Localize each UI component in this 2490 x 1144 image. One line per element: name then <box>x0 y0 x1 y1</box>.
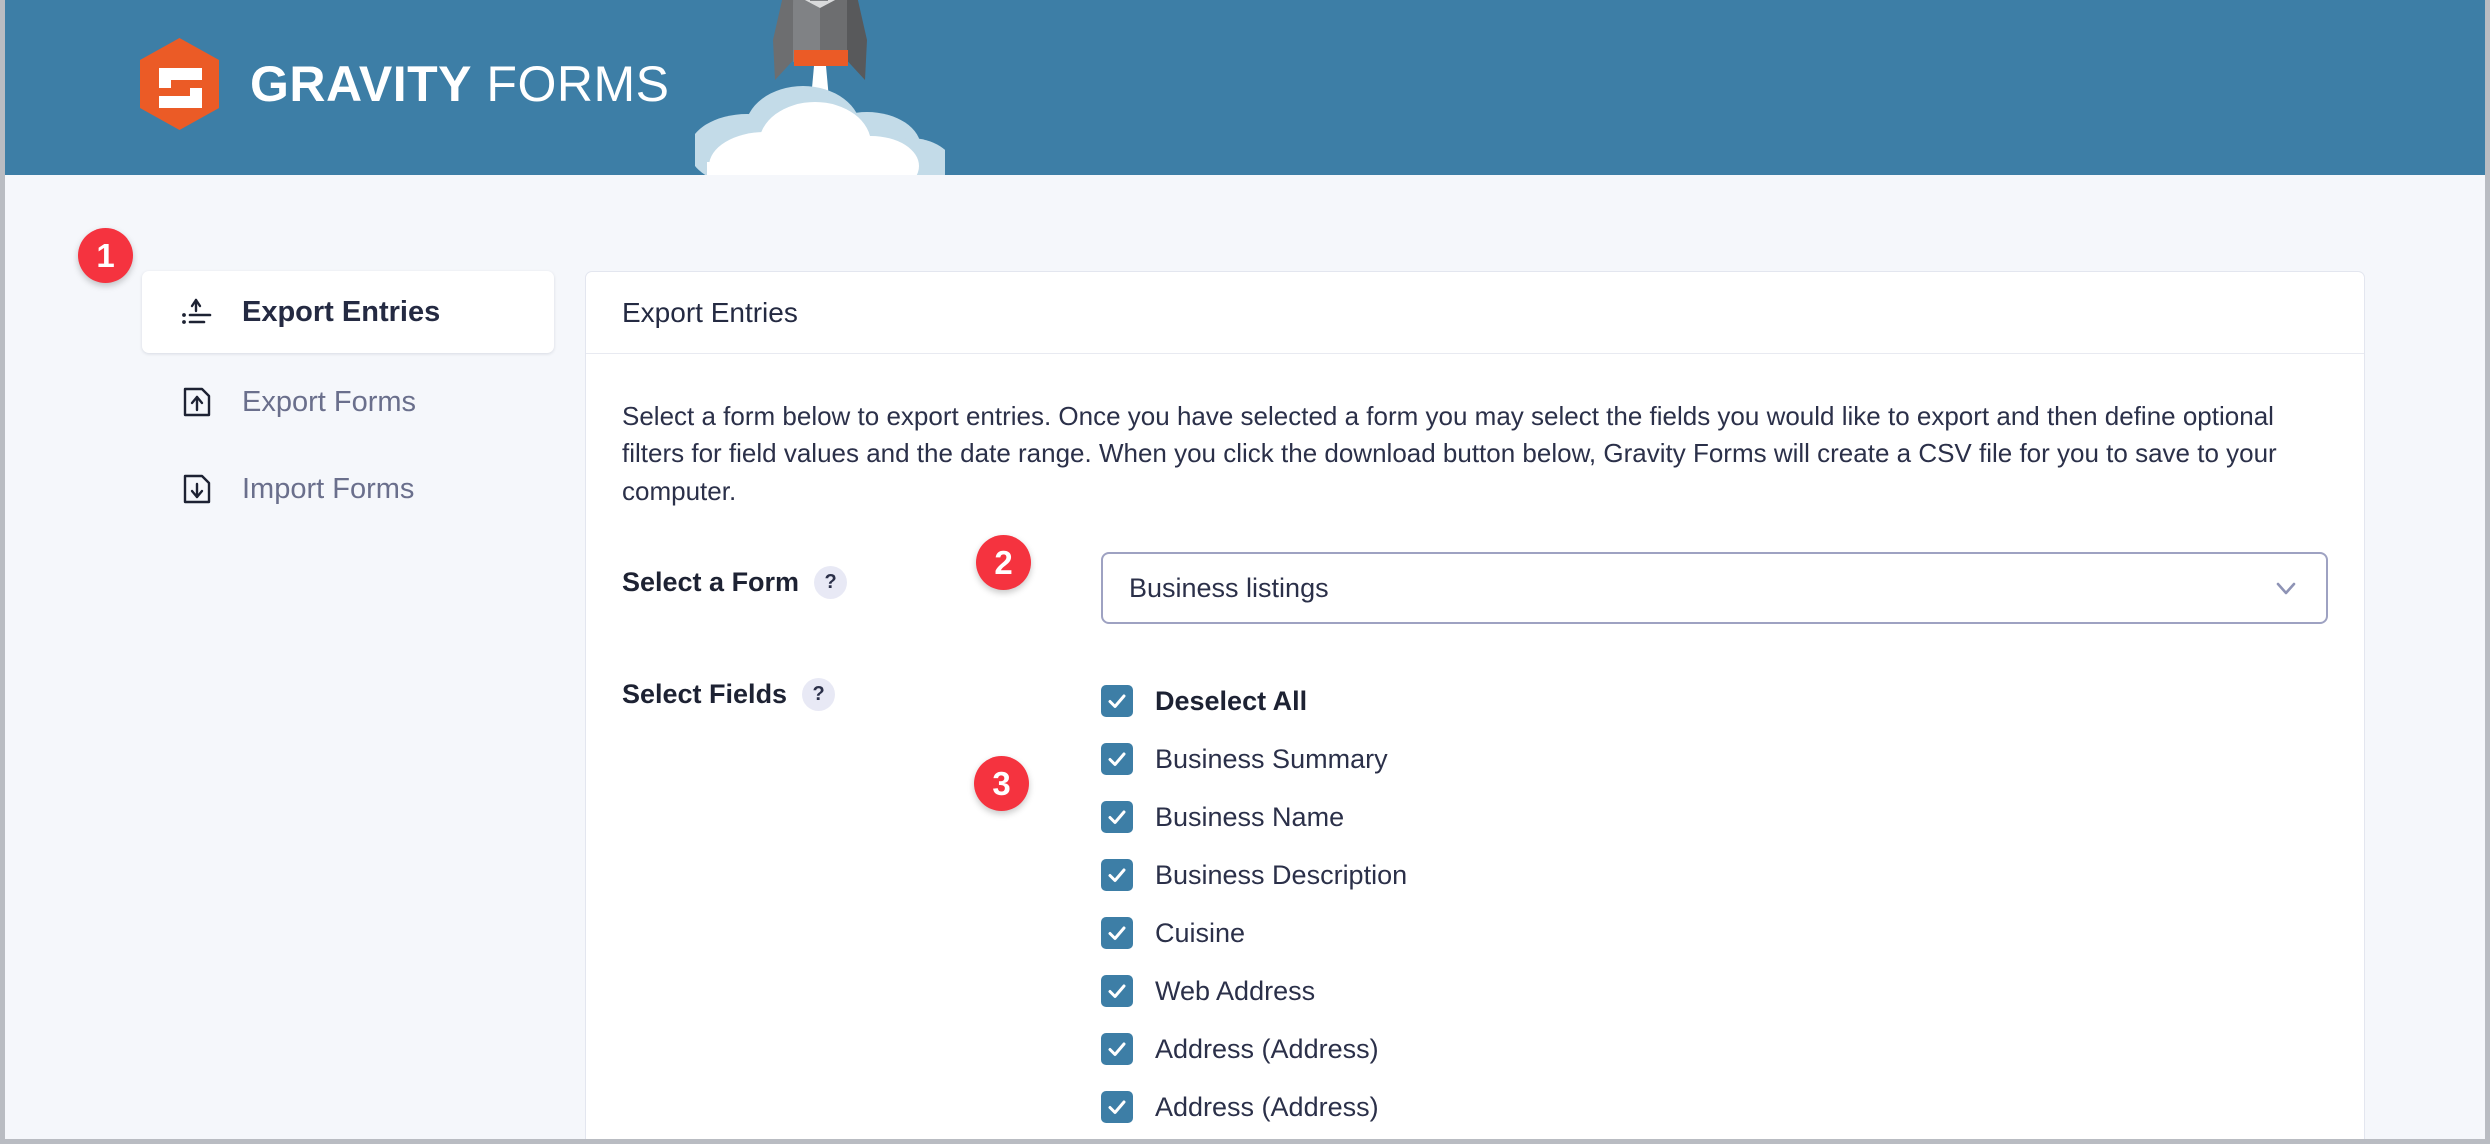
list-item-label: Cuisine <box>1155 917 1246 948</box>
check-icon <box>1108 752 1126 767</box>
select-form-label: Select a Form <box>622 567 800 598</box>
list-item[interactable]: Web Address <box>1101 962 2328 1020</box>
list-item[interactable]: Business Summary <box>1101 730 2328 788</box>
sidebar: Export Entries Export Forms Import Forms <box>5 175 585 1139</box>
check-icon <box>1108 1042 1126 1057</box>
list-item-label: Address (Address) <box>1155 1033 1379 1064</box>
checkbox[interactable] <box>1101 1091 1133 1124</box>
sidebar-item-label: Import Forms <box>242 472 415 505</box>
sidebar-item-label: Export Forms <box>242 385 417 418</box>
brand-header: GRAVITY FORMS <box>5 0 2485 175</box>
list-item[interactable]: Business Name <box>1101 788 2328 846</box>
brand-logo[interactable]: GRAVITY FORMS <box>137 38 669 130</box>
content-area: Export Entries Export Forms Import Forms <box>5 175 2485 1139</box>
check-icon <box>1108 984 1126 999</box>
select-fields-input-col: Deselect All Business Summary Business N… <box>902 672 2328 1136</box>
step-badge-3: 3 <box>974 756 1029 811</box>
list-item[interactable]: Deselect All <box>1101 672 2328 730</box>
intro-text: Select a form below to export entries. O… <box>622 401 2277 506</box>
sidebar-item-export-forms[interactable]: Export Forms <box>142 361 554 443</box>
check-icon <box>1108 868 1126 883</box>
panel-body: Select a form below to export entries. O… <box>586 354 2364 1136</box>
file-arrow-up-icon <box>183 387 211 417</box>
check-icon <box>1108 1100 1126 1115</box>
select-fields-row: Select Fields ? Deselect All Business Su… <box>622 672 2328 1136</box>
check-icon <box>1108 926 1126 941</box>
list-item-label: Business Summary <box>1155 743 1388 774</box>
file-arrow-down-icon <box>183 474 211 504</box>
help-icon[interactable]: ? <box>814 566 848 600</box>
field-checkbox-list: Deselect All Business Summary Business N… <box>1101 672 2328 1136</box>
select-form-label-group: Select a Form ? <box>622 552 902 600</box>
check-icon <box>1108 810 1126 825</box>
checkbox[interactable] <box>1101 859 1133 892</box>
form-select-value: Business listings <box>1129 572 1329 603</box>
export-entries-panel: Export Entries Select a form below to ex… <box>585 271 2365 1139</box>
sidebar-item-import-forms[interactable]: Import Forms <box>142 448 554 530</box>
checkbox[interactable] <box>1101 743 1133 776</box>
page-title: Export Entries <box>622 296 798 328</box>
brand-wordmark: GRAVITY FORMS <box>250 59 669 109</box>
export-entries-list-icon <box>182 298 212 324</box>
list-item-label: Business Name <box>1155 801 1345 832</box>
step-badge-1: 1 <box>78 228 133 283</box>
checkbox[interactable] <box>1101 1033 1133 1066</box>
check-icon <box>1108 694 1126 709</box>
brand-name-light: FORMS <box>472 56 670 112</box>
list-item[interactable]: Address (Address) <box>1101 1078 2328 1136</box>
list-item-label: Web Address <box>1155 975 1316 1006</box>
gravity-forms-hexagon-logo <box>140 38 219 130</box>
panel-header: Export Entries <box>586 272 2364 354</box>
sidebar-item-label: Export Entries <box>242 295 441 328</box>
list-item-label: Deselect All <box>1155 685 1308 716</box>
select-fields-label-group: Select Fields ? <box>622 672 902 712</box>
help-icon[interactable]: ? <box>802 678 836 712</box>
select-form-input-col: Business listings <box>902 552 2328 625</box>
checkbox[interactable] <box>1101 801 1133 834</box>
step-badge-2: 2 <box>976 535 1031 590</box>
rocket-launch-illustration <box>695 0 945 175</box>
list-item[interactable]: Cuisine <box>1101 904 2328 962</box>
sidebar-item-export-entries[interactable]: Export Entries <box>142 271 554 353</box>
list-item-label: Address (Address) <box>1155 1091 1379 1122</box>
list-item-label: Business Description <box>1155 859 1408 890</box>
select-fields-label: Select Fields <box>622 679 788 710</box>
app-window: GRAVITY FORMS Export Entries Export Form… <box>0 0 2490 1144</box>
chevron-down-icon <box>2276 583 2296 595</box>
checkbox[interactable] <box>1101 975 1133 1008</box>
brand-name-bold: GRAVITY <box>250 56 473 112</box>
list-item[interactable]: Address (Address) <box>1101 1020 2328 1078</box>
checkbox[interactable] <box>1101 685 1133 718</box>
list-item[interactable]: Business Description <box>1101 846 2328 904</box>
checkbox[interactable] <box>1101 917 1133 950</box>
select-form-row: Select a Form ? Business listings <box>622 552 2328 625</box>
form-select[interactable]: Business listings <box>1101 552 2328 625</box>
